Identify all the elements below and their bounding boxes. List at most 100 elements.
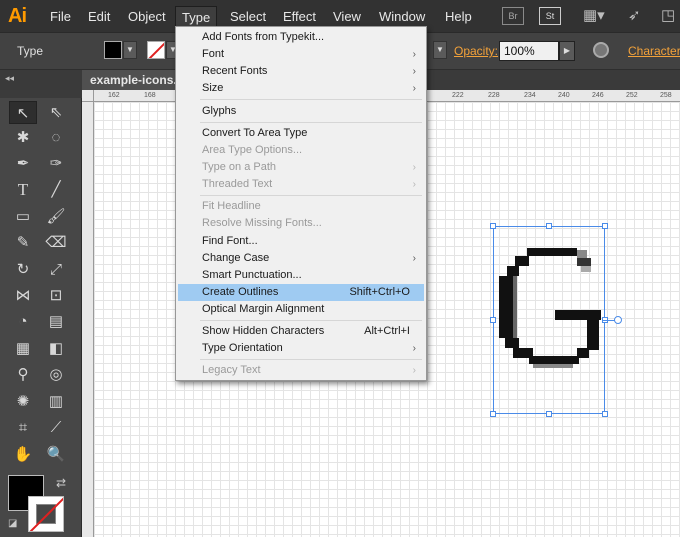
column-graph-tool-icon[interactable]: ▥ <box>42 390 70 413</box>
eyedropper-tool-icon[interactable]: ⚲ <box>9 363 37 386</box>
menu-item-label: Type Orientation <box>202 342 283 354</box>
zoom-tool-icon[interactable]: 🔍 <box>42 443 70 466</box>
slice-tool-icon[interactable]: ⟋ <box>42 416 70 439</box>
direct-selection-tool-icon[interactable]: ⇖ <box>42 101 70 124</box>
menu-effect[interactable]: Effect <box>277 8 322 26</box>
opacity-arrow-icon[interactable]: ▶ <box>559 41 575 61</box>
bridge-button[interactable]: Br <box>502 7 524 25</box>
submenu-arrow-icon: › <box>412 343 416 354</box>
selection-handle[interactable] <box>602 411 608 417</box>
menu-item-optical-margin-alignment[interactable]: Optical Margin Alignment <box>178 301 424 318</box>
menu-item-change-case[interactable]: Change Case › <box>178 250 424 267</box>
fill-swatch-control[interactable] <box>104 41 122 59</box>
stock-button[interactable]: St <box>539 7 561 25</box>
menu-item-threaded-text: Threaded Text › <box>178 176 424 193</box>
rectangle-tool-icon[interactable]: ▭ <box>9 205 37 228</box>
selection-tool-icon[interactable]: ↖ <box>9 101 37 124</box>
menu-item-smart-punctuation[interactable]: Smart Punctuation... <box>178 267 424 284</box>
menu-item-resolve-missing-fonts: Resolve Missing Fonts... <box>178 215 424 232</box>
menu-file[interactable]: File <box>44 8 77 26</box>
free-transform-tool-icon[interactable]: ⊡ <box>42 284 70 307</box>
line-segment-tool-icon[interactable]: ╱ <box>42 178 70 201</box>
menu-help[interactable]: Help <box>439 8 478 26</box>
stroke-swatch-control[interactable] <box>147 41 165 59</box>
ruler-tick: 258 <box>660 92 672 99</box>
selection-handle[interactable] <box>546 223 552 229</box>
menu-view[interactable]: View <box>327 8 367 26</box>
glyph-pixels <box>499 248 601 368</box>
menu-select[interactable]: Select <box>224 8 272 26</box>
style-dropdown-icon[interactable]: ▼ <box>433 41 447 59</box>
pen-tool-icon[interactable]: ✒ <box>9 152 37 175</box>
menu-item-label: Find Font... <box>202 235 258 247</box>
sync-settings-icon[interactable]: ➶ <box>628 6 641 24</box>
app-logo: Ai <box>8 5 27 27</box>
menu-item-size[interactable]: Size › <box>178 80 424 97</box>
selection-handle[interactable] <box>490 223 496 229</box>
symbol-sprayer-tool-icon[interactable]: ✺ <box>9 390 37 413</box>
submenu-arrow-icon: › <box>412 162 416 173</box>
default-fill-stroke-icon[interactable]: ◪ <box>8 518 17 529</box>
swap-fill-stroke-icon[interactable]: ⇄ <box>56 476 66 490</box>
tools-grip[interactable] <box>0 90 82 98</box>
menu-item-label: Create Outlines <box>202 286 279 298</box>
menu-item-font[interactable]: Font › <box>178 46 424 63</box>
collapse-panel-icon[interactable]: ◂◂ <box>5 73 14 84</box>
opacity-label[interactable]: Opacity: <box>454 44 498 58</box>
pencil-tool-icon[interactable]: ✎ <box>9 231 37 254</box>
hand-tool-icon[interactable]: ✋ <box>9 443 37 466</box>
menu-item-show-hidden-characters[interactable]: Show Hidden Characters Alt+Ctrl+I <box>178 323 424 340</box>
stroke-inner <box>36 504 56 524</box>
gradient-tool-icon[interactable]: ◧ <box>42 337 70 360</box>
recolor-artwork-icon[interactable] <box>593 42 609 58</box>
scale-tool-icon[interactable]: ⤢ <box>42 258 70 281</box>
rotate-tool-icon[interactable]: ↻ <box>9 258 37 281</box>
stroke-color-swatch[interactable] <box>28 496 64 532</box>
menu-window[interactable]: Window <box>373 8 431 26</box>
paintbrush-tool-icon[interactable]: 🖌 <box>42 205 70 228</box>
workspace-layout-icon[interactable]: ▦▾ <box>583 6 605 24</box>
artboard-tool-icon[interactable]: ⌗ <box>9 416 37 439</box>
submenu-arrow-icon: › <box>412 66 416 77</box>
menu-separator <box>200 99 422 100</box>
menu-object[interactable]: Object <box>122 8 172 26</box>
fill-dropdown-icon[interactable]: ▼ <box>123 41 137 59</box>
menu-item-recent-fonts[interactable]: Recent Fonts › <box>178 63 424 80</box>
menu-item-find-font[interactable]: Find Font... <box>178 233 424 250</box>
menu-item-glyphs[interactable]: Glyphs <box>178 103 424 120</box>
blend-tool-icon[interactable]: ◎ <box>42 363 70 386</box>
selection-handle[interactable] <box>490 411 496 417</box>
menu-item-label: Show Hidden Characters <box>202 325 325 337</box>
type-tool-icon[interactable]: T <box>9 178 37 201</box>
menu-item-convert-area-type[interactable]: Convert To Area Type <box>178 125 424 142</box>
menu-edit[interactable]: Edit <box>82 8 116 26</box>
perspective-grid-tool-icon[interactable]: ▤ <box>42 310 70 333</box>
menu-separator <box>200 195 422 196</box>
shape-builder-tool-icon[interactable]: ◔ <box>9 310 37 333</box>
menu-separator <box>200 122 422 123</box>
menu-item-label: Legacy Text <box>202 364 261 376</box>
lasso-tool-icon[interactable]: ◌ <box>42 126 70 149</box>
mesh-tool-icon[interactable]: ▦ <box>9 337 37 360</box>
menu-item-type-orientation[interactable]: Type Orientation › <box>178 340 424 357</box>
opacity-input[interactable] <box>499 41 559 61</box>
menu-item-label: Fit Headline <box>202 200 261 212</box>
character-label[interactable]: Character: <box>628 44 680 58</box>
menu-item-label: Glyphs <box>202 105 237 117</box>
ruler-origin[interactable] <box>82 90 94 102</box>
tools-panel: ↖ ⇖ ✱ ◌ ✒ ✑ T ╱ ▭ 🖌 ✎ ⌫ ↻ ⤢ ⋈ ⊡ ◔ ▤ ▦ ◧ … <box>0 90 82 537</box>
width-tool-icon[interactable]: ⋈ <box>9 284 37 307</box>
magic-wand-tool-icon[interactable]: ✱ <box>9 126 37 149</box>
ruler-tick: 168 <box>144 92 156 99</box>
menu-item-create-outlines[interactable]: Create Outlines Shift+Ctrl+O <box>178 284 424 301</box>
vertical-ruler[interactable] <box>82 102 94 537</box>
selection-handle[interactable] <box>602 223 608 229</box>
type-in-port[interactable] <box>614 316 622 324</box>
menu-item-add-fonts-typekit[interactable]: Add Fonts from Typekit... <box>178 29 424 46</box>
eraser-tool-icon[interactable]: ⌫ <box>42 231 70 254</box>
document-tab[interactable]: example-icons.ai <box>82 70 182 90</box>
window-restore-icon[interactable]: ◳ <box>661 6 675 24</box>
menu-item-label: Change Case <box>202 252 270 264</box>
curvature-tool-icon[interactable]: ✑ <box>42 152 70 175</box>
selection-handle[interactable] <box>546 411 552 417</box>
